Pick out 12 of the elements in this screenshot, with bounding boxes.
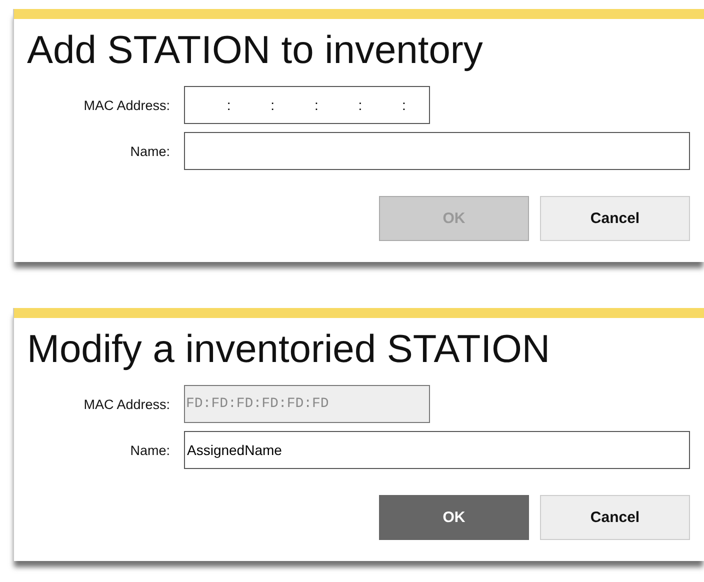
field-label: MAC Address: <box>84 396 170 412</box>
cancel-button[interactable]: Cancel <box>540 196 690 241</box>
field-label: MAC Address: <box>84 98 170 112</box>
name-field[interactable]: AssignedName <box>184 431 690 469</box>
dialog-title: Modify a inventoried STATION <box>27 327 552 373</box>
name-field[interactable] <box>184 132 690 170</box>
ok-button[interactable]: OK <box>379 495 529 540</box>
mac-address-field[interactable]: : : : : : <box>184 86 430 124</box>
dialog-title: Add STATION to inventory <box>27 28 484 74</box>
field-label: Name: <box>130 442 170 458</box>
field-label: Name: <box>130 144 170 158</box>
cancel-button[interactable]: Cancel <box>540 495 690 540</box>
